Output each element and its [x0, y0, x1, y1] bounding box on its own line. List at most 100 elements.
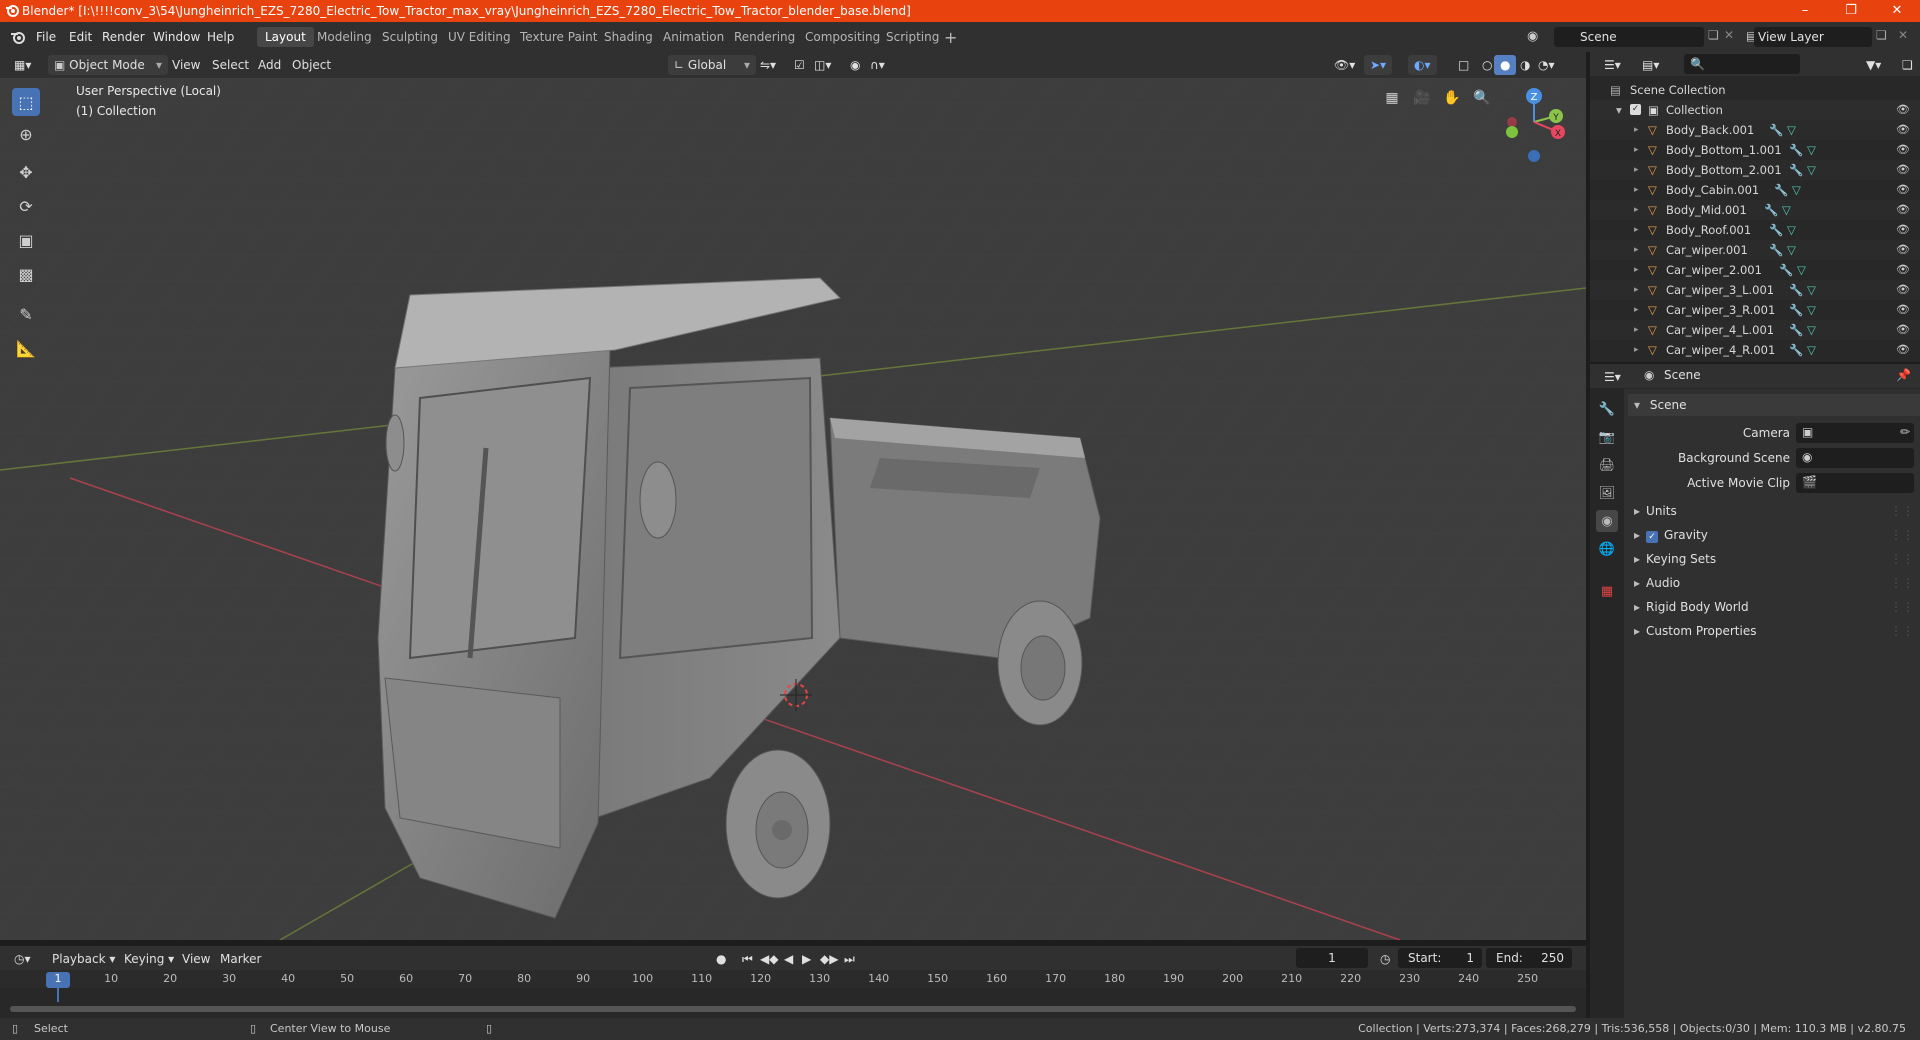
tab-compositing[interactable]: Compositing	[797, 27, 888, 47]
modifier-icon[interactable]: 🔧	[1769, 220, 1783, 240]
eye-icon[interactable]: 👁	[1896, 280, 1910, 300]
timeline-body[interactable]: 1 10 20 30 40 50 60 70 80 90 100 110 120 130 140 150 160…	[0, 970, 1586, 1018]
gizmo-toggle-icon[interactable]: ➤▾	[1364, 55, 1393, 75]
modifier-icon[interactable]: 🔧	[1789, 300, 1803, 320]
expand-arrow-icon[interactable]: ▸	[1634, 140, 1639, 160]
mesh-data-icon[interactable]: ▽	[1797, 260, 1806, 280]
record-icon[interactable]: ●	[710, 949, 732, 969]
modifier-icon[interactable]: 🔧	[1789, 280, 1803, 300]
expand-arrow-icon[interactable]: ▸	[1634, 240, 1639, 260]
scene-tab-icon[interactable]: ◉	[1596, 510, 1618, 532]
expand-arrow-icon[interactable]: ▸	[1634, 160, 1639, 180]
pin-icon[interactable]: 📌	[1896, 368, 1911, 382]
eye-icon[interactable]: 👁	[1896, 300, 1910, 320]
drag-handle-icon[interactable]: ⋮⋮	[1890, 620, 1914, 642]
properties-section-gravity[interactable]: ▸ ✓ Gravity ⋮⋮	[1628, 524, 1920, 546]
modifier-icon[interactable]: 🔧	[1789, 140, 1803, 160]
blender-menu-icon[interactable]	[10, 29, 26, 45]
outliner-row-collection[interactable]: ▾ ✓ ▣ Collection 👁	[1590, 100, 1920, 120]
gravity-checkbox[interactable]: ✓	[1646, 531, 1659, 543]
properties-editor-type-icon[interactable]: ☰▾	[1598, 367, 1627, 387]
tab-texture-paint[interactable]: Texture Paint	[512, 27, 605, 47]
outliner-object-row[interactable]: ▸ ▽ Car_wiper.001 🔧 ▽ 👁	[1590, 240, 1920, 260]
overlay-toggle-icon[interactable]: ◐▾	[1408, 55, 1437, 75]
rotate-tool-icon[interactable]: ⟳	[12, 192, 40, 220]
outliner-object-row[interactable]: ▸ ▽ Car_wiper_3_R.001 🔧 ▽ 👁	[1590, 300, 1920, 320]
mesh-data-icon[interactable]: ▽	[1807, 320, 1816, 340]
start-frame-field[interactable]: Start: 1	[1398, 948, 1482, 968]
modifier-icon[interactable]: 🔧	[1779, 260, 1793, 280]
scale-tool-icon[interactable]: ▣	[12, 226, 40, 254]
new-view-layer-icon[interactable]: ❏	[1876, 28, 1887, 42]
eye-icon[interactable]: 👁	[1896, 260, 1910, 280]
collection-checkbox[interactable]: ✓	[1630, 104, 1641, 115]
tab-rendering[interactable]: Rendering	[726, 27, 803, 47]
outliner-object-row[interactable]: ▸ ▽ Car_wiper_4_R.001 🔧 ▽ 👁	[1590, 340, 1920, 360]
tab-modeling[interactable]: Modeling	[309, 27, 380, 47]
properties-section-keying-sets[interactable]: ▸ Keying Sets ⋮⋮	[1628, 548, 1920, 570]
eyedropper-icon[interactable]: ✏	[1900, 425, 1910, 439]
outliner-object-row[interactable]: ▸ ▽ Body_Roof.001 🔧 ▽ 👁	[1590, 220, 1920, 240]
delete-scene-icon[interactable]: ✕	[1724, 28, 1734, 42]
active-movie-clip-field[interactable]: 🎬	[1796, 473, 1914, 493]
mesh-data-icon[interactable]: ▽	[1807, 280, 1816, 300]
eye-icon[interactable]: 👁	[1896, 120, 1910, 140]
transform-tool-icon[interactable]: ▩	[12, 260, 40, 288]
editor-type-icon[interactable]: ▦▾	[8, 55, 37, 75]
mesh-data-icon[interactable]: ▽	[1807, 160, 1816, 180]
expand-arrow-icon[interactable]: ▸	[1634, 200, 1639, 220]
eye-icon[interactable]: 👁	[1896, 220, 1910, 240]
eye-icon[interactable]: 👁	[1896, 200, 1910, 220]
drag-handle-icon[interactable]: ⋮⋮	[1890, 548, 1914, 570]
scene-selector-icon[interactable]: ◉	[1527, 29, 1538, 44]
outliner-object-row[interactable]: ▸ ▽ Body_Bottom_1.001 🔧 ▽ 👁	[1590, 140, 1920, 160]
expand-arrow-icon[interactable]: ▸	[1634, 300, 1639, 320]
timeline-menu-view[interactable]: View	[176, 949, 216, 969]
timeline-editor-type-icon[interactable]: ◷▾	[8, 949, 37, 969]
timeline-menu-marker[interactable]: Marker	[214, 949, 267, 969]
eye-icon[interactable]: 👁	[1896, 140, 1910, 160]
properties-section-rigid-body-world[interactable]: ▸ Rigid Body World ⋮⋮	[1628, 596, 1920, 618]
cursor-tool-icon[interactable]: ⊕	[12, 120, 40, 148]
properties-section-audio[interactable]: ▸ Audio ⋮⋮	[1628, 572, 1920, 594]
expand-arrow-icon[interactable]: ▸	[1634, 180, 1639, 200]
expand-arrow-icon[interactable]: ▸	[1634, 320, 1639, 340]
tool-tab-icon[interactable]: 🔧	[1596, 398, 1618, 420]
tab-sculpting[interactable]: Sculpting	[374, 27, 446, 47]
outliner-object-row[interactable]: ▸ ▽ Car_wiper_3_L.001 🔧 ▽ 👁	[1590, 280, 1920, 300]
toggle-grid-icon[interactable]: ▦	[1380, 86, 1404, 110]
modifier-icon[interactable]: 🔧	[1789, 320, 1803, 340]
select-box-tool-icon[interactable]: ⬚	[12, 88, 40, 116]
properties-section-custom-properties[interactable]: ▸ Custom Properties ⋮⋮	[1628, 620, 1920, 642]
outliner-object-row[interactable]: ▸ ▽ Car_wiper_2.001 🔧 ▽ 👁	[1590, 260, 1920, 280]
move-tool-icon[interactable]: ✥	[12, 158, 40, 186]
mode-dropdown[interactable]: ▣ Object Mode ▾	[48, 55, 168, 75]
drag-handle-icon[interactable]: ⋮⋮	[1890, 524, 1914, 546]
new-collection-icon[interactable]: ❏	[1896, 55, 1919, 75]
drag-handle-icon[interactable]: ⋮⋮	[1890, 572, 1914, 594]
visibility-icon[interactable]: 👁▾	[1328, 55, 1361, 75]
3d-viewport[interactable]: ⬚ ⊕ ✥ ⟳ ▣ ▩ ✎ 📐 User Perspective (Local)…	[0, 78, 1586, 940]
modifier-icon[interactable]: 🔧	[1789, 340, 1803, 360]
outliner-search-input[interactable]: 🔍	[1684, 54, 1800, 74]
pivot-point-icon[interactable]: ⇋▾	[754, 55, 782, 75]
navigation-gizmo[interactable]: Z Y X	[1496, 82, 1572, 168]
menu-help[interactable]: Help	[201, 28, 240, 46]
world-tab-icon[interactable]: 🌐	[1596, 538, 1618, 560]
outliner-editor-type-icon[interactable]: ☰▾	[1598, 55, 1627, 75]
output-tab-icon[interactable]: 🖨	[1596, 454, 1618, 476]
menu-window[interactable]: Window	[147, 28, 206, 46]
pan-view-icon[interactable]: ✋	[1440, 86, 1464, 110]
zoom-view-icon[interactable]: 🔍	[1470, 86, 1494, 110]
snap-target-icon[interactable]: ◫▾	[808, 55, 837, 75]
expand-arrow-icon[interactable]: ▾	[1616, 100, 1622, 120]
mesh-data-icon[interactable]: ▽	[1807, 140, 1816, 160]
viewport-menu-select[interactable]: Select	[206, 55, 255, 75]
modifier-icon[interactable]: 🔧	[1774, 180, 1788, 200]
view-layer-tab-icon[interactable]: 🖼	[1596, 482, 1618, 504]
add-workspace-icon[interactable]: +	[944, 28, 957, 47]
tab-uv-editing[interactable]: UV Editing	[440, 27, 519, 47]
outliner-row-scene-collection[interactable]: ▤ Scene Collection	[1590, 80, 1920, 100]
menu-edit[interactable]: Edit	[63, 28, 98, 46]
texture-tab-icon[interactable]: ▦	[1596, 580, 1618, 602]
